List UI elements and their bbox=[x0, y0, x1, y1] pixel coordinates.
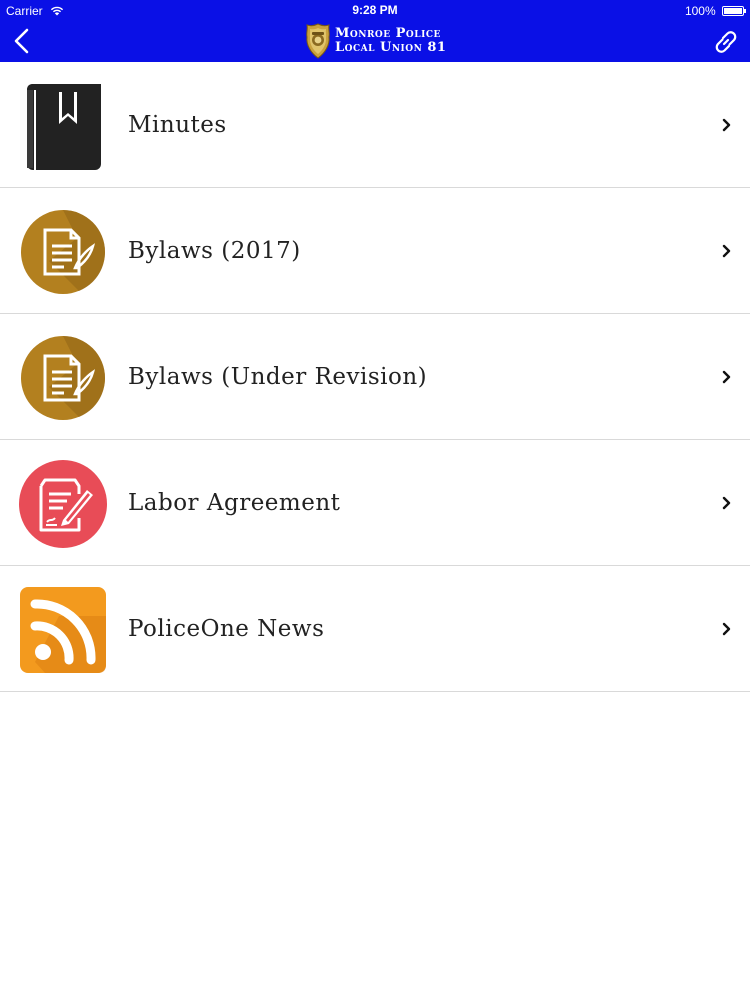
menu-item-bylaws-under-revision[interactable]: Bylaws (Under Revision) bbox=[0, 314, 750, 440]
chevron-right-icon bbox=[722, 496, 731, 510]
book-bookmark-icon bbox=[27, 84, 101, 170]
battery-percent: 100% bbox=[684, 3, 716, 18]
back-button[interactable] bbox=[8, 26, 38, 56]
nav-bar: Monroe Police Local Union 81 bbox=[0, 20, 750, 62]
menu-item-label: Minutes bbox=[128, 112, 227, 138]
chevron-right-icon bbox=[722, 118, 731, 132]
nav-title: Monroe Police Local Union 81 bbox=[305, 22, 446, 60]
menu-item-label: PoliceOne News bbox=[128, 616, 325, 642]
battery-indicator: 100% bbox=[684, 0, 746, 21]
status-bar: Carrier 9:28 PM 100% bbox=[0, 0, 750, 20]
menu-item-policeone-news[interactable]: PoliceOne News bbox=[0, 566, 750, 692]
app-screen: Carrier 9:28 PM 100% Monroe Police Local… bbox=[0, 0, 750, 1000]
rss-feed-icon bbox=[20, 587, 106, 673]
menu-item-minutes[interactable]: Minutes bbox=[0, 62, 750, 188]
document-quill-icon bbox=[21, 336, 106, 420]
chevron-right-icon bbox=[722, 370, 731, 384]
link-button[interactable] bbox=[710, 26, 742, 58]
union-title: Monroe Police Local Union 81 bbox=[335, 27, 446, 55]
document-quill-icon bbox=[21, 210, 106, 294]
menu-item-label: Labor Agreement bbox=[128, 490, 341, 516]
menu-item-label: Bylaws (Under Revision) bbox=[128, 364, 428, 390]
menu-item-labor-agreement[interactable]: Labor Agreement bbox=[0, 440, 750, 566]
police-badge-icon bbox=[306, 23, 330, 59]
status-time: 9:28 PM bbox=[352, 3, 398, 17]
title-line-1: Monroe Police bbox=[335, 26, 441, 41]
chevron-right-icon bbox=[722, 244, 731, 258]
menu-item-label: Bylaws (2017) bbox=[128, 238, 301, 264]
battery-icon bbox=[722, 5, 746, 16]
chevron-left-icon bbox=[14, 28, 29, 54]
menu-item-bylaws-2017[interactable]: Bylaws (2017) bbox=[0, 188, 750, 314]
top-bar: Carrier 9:28 PM 100% Monroe Police Local… bbox=[0, 0, 750, 62]
title-line-2: Local Union 81 bbox=[335, 40, 447, 55]
link-icon bbox=[715, 31, 737, 53]
contract-pen-icon bbox=[19, 460, 107, 548]
menu-list: Minutes Bylaws (2017) Bylaws (Under Revi… bbox=[0, 62, 750, 692]
chevron-right-icon bbox=[722, 622, 731, 636]
